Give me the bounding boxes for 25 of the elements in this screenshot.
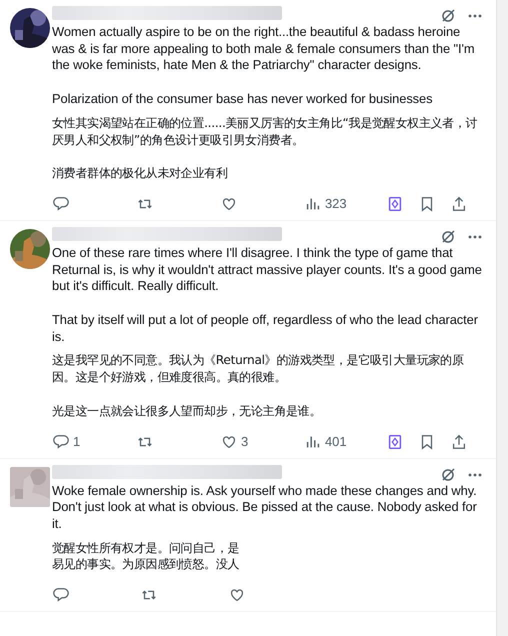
reply-icon: [52, 586, 70, 604]
tweet-text: That by itself will put a lot of people off, regardless of who the lead character is.: [52, 312, 479, 346]
slashed-circle-icon[interactable]: [440, 8, 456, 24]
tweet-text: 消费者群体的极化从未对企业有利: [52, 165, 229, 182]
scrollbar[interactable]: [496, 0, 508, 636]
more-icon[interactable]: [468, 14, 482, 18]
tweet-text-line: 觉醒女性所有权才是。问问自己，是: [52, 540, 240, 556]
more-icon[interactable]: [468, 472, 482, 477]
reply-button[interactable]: 1: [52, 432, 136, 451]
reply-icon: [52, 432, 70, 451]
tweet-text: Polarization of the consumer base has never worked for businesses: [52, 91, 434, 108]
views-button[interactable]: 323: [304, 194, 386, 213]
views-button[interactable]: 401: [304, 432, 386, 451]
tweet-text-line: 易见的事实。为原因感到愤怒。没人: [52, 556, 240, 574]
reply-icon: [52, 194, 70, 213]
more-icon[interactable]: [468, 234, 482, 239]
tweet-text: 女性其实渴望站在正确的位置......美丽又厉害的女主角比“我是觉醒女权主义者，讨厌男人和父权制”的角色设计更吸引男女消费者。: [52, 114, 478, 148]
tweet-text: Women actually aspire to be on the right...the beautiful & badass heroine was & is far more appealing to both male & female consumers than the "I'm the woke feminists, hate Men & the Patriarchy" character designs.: [52, 24, 476, 74]
like-button[interactable]: 3: [220, 432, 304, 451]
tweet-text: Woke female ownership is. Ask yourself who made these changes and why. Don't just look at what is obvious. Be pissed at the cause. Nobody asked for it.: [52, 482, 478, 533]
tweet-text: One of these rare times where I'll disagree. I think the type of game that Returnal is, is why it wouldn't attract massive player counts. It's a good game but it's difficult. Really difficult.: [52, 244, 482, 296]
slashed-circle-icon[interactable]: [440, 228, 456, 245]
tweet-text: 这是我罕见的不同意。我认为《Returnal》的游戏类型，是它吸引大量玩家的原因。这是个好游戏，但难度很高。真的很难。: [52, 352, 465, 386]
slashed-circle-icon[interactable]: [440, 466, 456, 483]
tweet-text: 光是这一点就会让很多人望而却步，无论主角是谁。: [52, 402, 322, 420]
